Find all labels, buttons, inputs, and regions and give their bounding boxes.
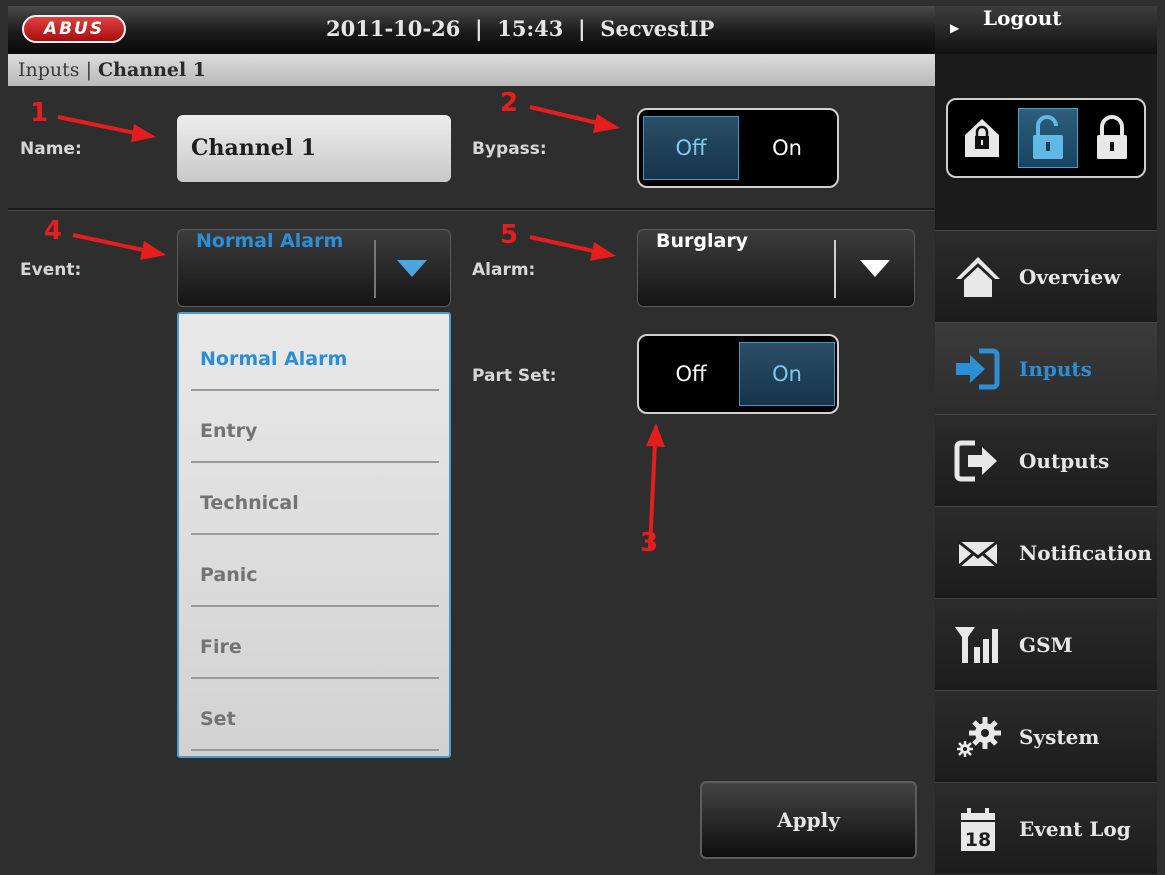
- annotation-5: 5: [500, 220, 519, 250]
- annotation-3: 3: [640, 528, 659, 558]
- annotation-arrows: [57, 105, 665, 549]
- annotation-1: 1: [30, 98, 49, 128]
- annotation-2: 2: [500, 88, 519, 118]
- annotation-4: 4: [44, 216, 63, 246]
